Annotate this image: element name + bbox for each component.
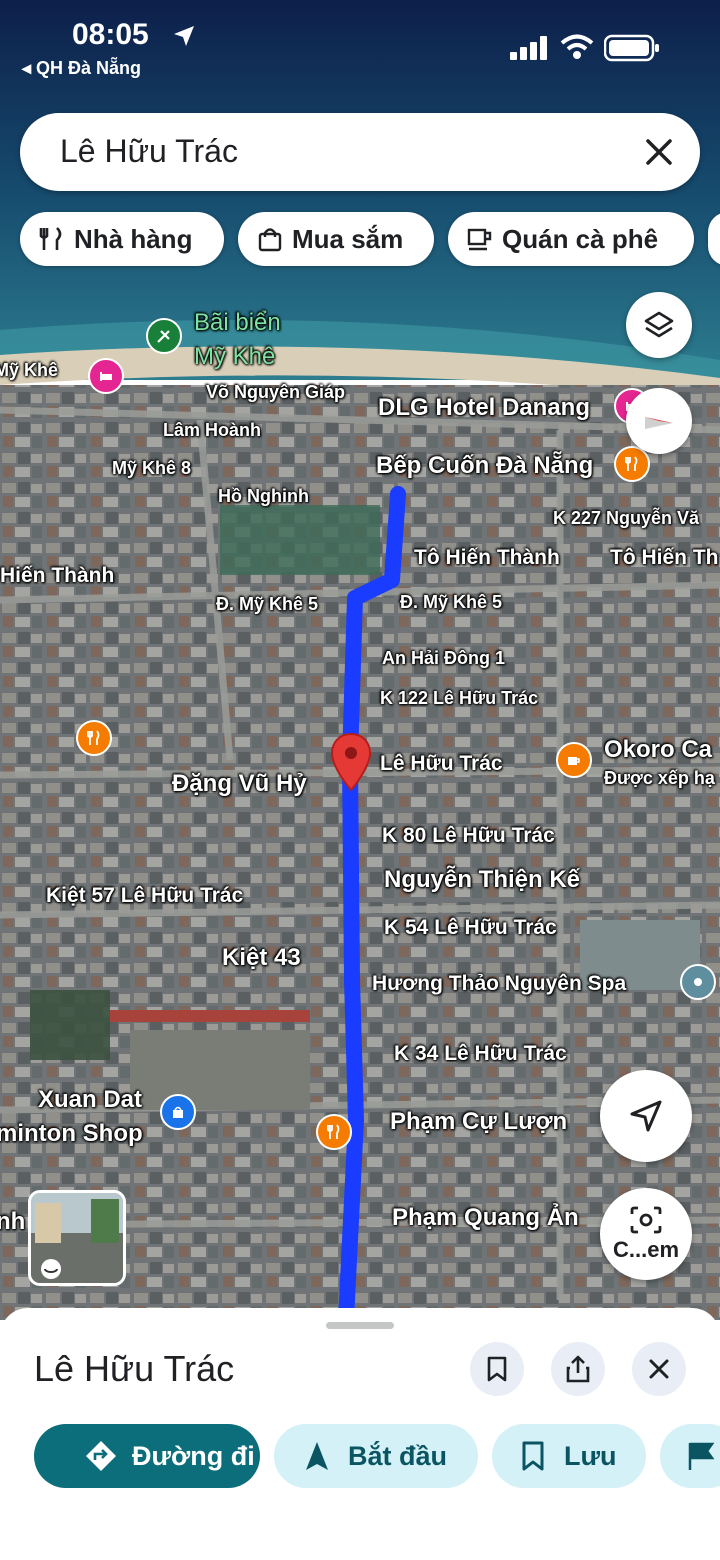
- layers-icon: [644, 311, 674, 338]
- search-bar[interactable]: Lê Hữu Trác: [20, 113, 700, 191]
- street-label: nh: [0, 1208, 26, 1235]
- street-label: Kiệt 57 Lê Hữu Trác: [46, 884, 244, 907]
- bookmark-icon: [487, 1356, 507, 1382]
- place-sheet[interactable]: Lê Hữu Trác Đường đi Bắt đầu Lưu: [0, 1308, 720, 1560]
- street-label: Mỹ Khê 8: [112, 458, 192, 478]
- clock: 08:05: [72, 18, 149, 51]
- place-sublabel: Được xếp hạ: [604, 768, 715, 788]
- street-label: Hiến Thành: [0, 564, 115, 587]
- street-label: Đặng Vũ Hỷ: [172, 770, 307, 797]
- coffee-cup-icon[interactable]: [556, 742, 592, 778]
- wifi-icon: [560, 34, 594, 59]
- street-view-thumbnail[interactable]: [28, 1190, 126, 1286]
- shopping-bag-icon: [258, 228, 282, 252]
- share-icon: [566, 1355, 590, 1383]
- street-label: Tô Hiến Th: [610, 546, 719, 569]
- street-label: Đ. Mỹ Khê 5: [400, 592, 503, 612]
- coffee-cup-icon: [467, 228, 492, 251]
- save-label: Lưu: [564, 1440, 617, 1471]
- drag-handle[interactable]: [326, 1322, 394, 1329]
- share-button[interactable]: [551, 1342, 605, 1396]
- chip-label: Nhà hàng: [74, 223, 193, 254]
- shopping-bag-icon[interactable]: [160, 1094, 196, 1130]
- compass-icon: [645, 417, 673, 429]
- location-pin-icon[interactable]: [330, 732, 372, 794]
- street-label: Phạm Cự Lượn: [390, 1108, 568, 1135]
- more-actions-button[interactable]: [660, 1424, 720, 1488]
- lens-button[interactable]: C...em: [600, 1188, 692, 1280]
- chip-label: Quán cà phê: [502, 223, 659, 254]
- place-label: Bếp Cuốn Đà Nẵng: [376, 452, 594, 479]
- chip-cafes[interactable]: Quán cà phê: [448, 212, 694, 266]
- place-label: Okoro Ca: [604, 736, 713, 763]
- street-label: K 122 Lê Hữu Trác: [380, 688, 539, 708]
- street-label: Võ Nguyên Giáp: [206, 382, 346, 402]
- street-label: K 34 Lê Hữu Trác: [394, 1042, 567, 1065]
- street-label: Nguyễn Thiện Kế: [384, 866, 581, 893]
- street-label: Hồ Nghinh: [218, 486, 309, 506]
- bookmark-icon: [522, 1441, 544, 1471]
- search-query[interactable]: Lê Hữu Trác: [60, 133, 238, 170]
- street-label: Đ. Mỹ Khê 5: [216, 594, 319, 614]
- navigation-arrow-icon: [306, 1442, 328, 1470]
- place-title: Lê Hữu Trác: [34, 1348, 235, 1389]
- close-sheet-button[interactable]: [632, 1342, 686, 1396]
- beach-icon[interactable]: [146, 318, 182, 354]
- street-label: Mỹ Khê: [0, 360, 59, 380]
- selected-place-label: Lê Hữu Trác: [380, 752, 503, 775]
- save-icon-button[interactable]: [470, 1342, 524, 1396]
- street-label: Lâm Hoành: [163, 420, 262, 440]
- restaurant-icon: [39, 227, 62, 250]
- place-label: DLG Hotel Danang: [378, 394, 591, 421]
- navigation-arrow-icon: [630, 1100, 662, 1132]
- street-label: Tô Hiến Thành: [414, 546, 560, 569]
- street-label: K 227 Nguyễn Vă: [553, 508, 700, 528]
- lens-label: C...em: [612, 1237, 680, 1262]
- street-label: K 80 Lê Hữu Trác: [382, 824, 555, 847]
- chip-shopping[interactable]: Mua sắm: [238, 212, 434, 266]
- street-label: Phạm Quang Ản: [392, 1204, 579, 1231]
- my-location-button[interactable]: [600, 1070, 692, 1162]
- compass-button[interactable]: [626, 388, 692, 454]
- directions-icon: [86, 1441, 116, 1471]
- beach-label: Bãi biển Mỹ Khê: [194, 309, 281, 370]
- place-label: minton Shop: [0, 1120, 143, 1147]
- chip-restaurants[interactable]: Nhà hàng: [20, 212, 224, 266]
- battery-icon: [604, 34, 659, 62]
- street-label: An Hải Đông 1: [382, 648, 506, 668]
- restaurant-icon[interactable]: [614, 446, 650, 482]
- spa-icon[interactable]: [680, 964, 716, 1000]
- restaurant-icon[interactable]: [316, 1114, 352, 1150]
- chip-label: Mua sắm: [292, 223, 404, 254]
- signal-icon: [510, 36, 547, 60]
- place-label: Hương Thảo Nguyên Spa: [372, 972, 627, 995]
- status-bar: 08:05 ◂ QH Đà Nẵng: [0, 0, 720, 90]
- layers-button[interactable]: [626, 292, 692, 358]
- close-icon: [649, 1359, 669, 1379]
- start-button[interactable]: Bắt đầu: [274, 1424, 478, 1488]
- directions-label: Đường đi: [132, 1440, 255, 1471]
- directions-button[interactable]: Đường đi: [34, 1424, 260, 1488]
- place-label: Xuan Dat: [38, 1086, 143, 1113]
- camera-lens-icon: [630, 1206, 662, 1234]
- street-photo: [31, 1193, 123, 1283]
- street-label: K 54 Lê Hữu Trác: [384, 916, 557, 939]
- street-label: Kiệt 43: [222, 944, 301, 971]
- hotel-icon[interactable]: [88, 358, 124, 394]
- restaurant-icon[interactable]: [76, 720, 112, 756]
- back-to-app-link[interactable]: ◂ QH Đà Nẵng: [22, 58, 141, 79]
- location-arrow-icon: [174, 26, 194, 46]
- start-label: Bắt đầu: [348, 1440, 448, 1471]
- save-button[interactable]: Lưu: [492, 1424, 646, 1488]
- clear-search-icon[interactable]: [642, 135, 676, 169]
- flag-icon: [688, 1442, 715, 1470]
